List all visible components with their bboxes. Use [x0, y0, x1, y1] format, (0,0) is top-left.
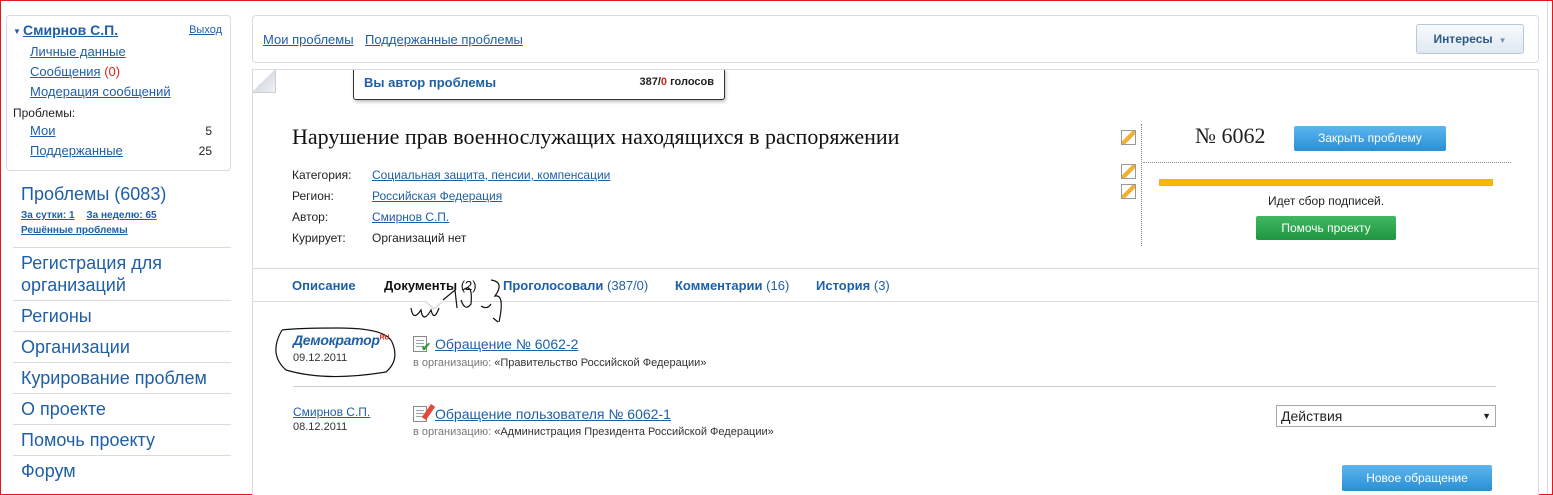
tab-count: (387/0) [607, 278, 649, 293]
personal-data-link[interactable]: Личные данные [30, 44, 126, 59]
document-separator [293, 386, 1496, 387]
chevron-down-icon: ▼ [1498, 36, 1507, 45]
votes-word: голосов [670, 76, 714, 88]
logo-mark: RU [379, 334, 390, 342]
signature-status: Идет сбор подписей. [1267, 194, 1385, 208]
tab-comments[interactable]: Комментарии (16) [675, 278, 789, 293]
nav-regions[interactable]: Регионы [13, 300, 231, 331]
category-label: Категория: [292, 168, 352, 182]
category-link[interactable]: Социальная защита, пенсии, компенсации [372, 165, 610, 186]
document-title-link[interactable]: Обращение пользователя № 6062-1 [435, 406, 671, 422]
votes-for: 387 [639, 76, 658, 88]
my-problems-link[interactable]: Мои [30, 123, 55, 138]
tab-label: История [816, 278, 871, 293]
window-right-edge [1547, 1, 1553, 494]
org-name: «Администрация Президента Российской Фед… [494, 426, 774, 438]
top-bar: Мои проблемы Поддержанные проблемы Интер… [252, 15, 1539, 63]
interests-button[interactable]: Интересы ▼ [1416, 24, 1524, 54]
region-link[interactable]: Российская Федерация [372, 186, 502, 207]
edit-region-pencil-icon[interactable] [1121, 184, 1136, 199]
select-arrow-icon: ▼ [1482, 411, 1491, 421]
actions-select[interactable]: Действия ▼ [1276, 405, 1496, 427]
document-edit-icon [413, 404, 436, 422]
author-notice-text: Вы автор проблемы [364, 75, 497, 90]
problems-sub-links: За сутки: 1 За неделю: 65 Решённые пробл… [21, 208, 166, 238]
votes-against: 0 [660, 76, 668, 88]
per-day-link[interactable]: За сутки: 1 [21, 210, 75, 221]
nav-curation[interactable]: Курирование проблем [13, 362, 231, 393]
left-nav: Регистрация для организаций Регионы Орга… [13, 247, 231, 486]
document-author-link[interactable]: Смирнов С.П. [293, 405, 370, 419]
signature-progress-bar [1159, 179, 1493, 186]
author-label: Автор: [292, 210, 329, 224]
nav-help-project[interactable]: Помочь проекту [13, 424, 231, 455]
votes-counter: 387/0 голосов [639, 76, 714, 88]
democrator-logo[interactable]: ДемократорRU [293, 332, 389, 348]
progress-fill [1159, 179, 1493, 186]
help-project-button[interactable]: Помочь проекту [1256, 216, 1396, 240]
tab-label: Описание [292, 278, 356, 293]
close-problem-button[interactable]: Закрыть проблему [1294, 126, 1446, 151]
region-label: Регион: [292, 189, 334, 203]
nav-org-registration[interactable]: Регистрация для организаций [13, 247, 231, 300]
user-header: ▼ Смирнов С.П. Выход [13, 22, 224, 42]
author-notice: Вы автор проблемы 387/0 голосов [353, 70, 725, 100]
tab-label: Комментарии [675, 278, 763, 293]
vertical-separator [1141, 124, 1142, 246]
user-box: ▼ Смирнов С.П. Выход Личные данные Сообщ… [6, 15, 231, 171]
document-organization: в организацию: «Правительство Российской… [413, 357, 706, 369]
nav-forum[interactable]: Форум [13, 455, 231, 486]
curator-label: Курирует: [292, 231, 346, 245]
my-problems-top-link[interactable]: Мои проблемы [263, 32, 354, 47]
messages-count: (0) [104, 64, 121, 79]
actions-select-value: Действия [1281, 408, 1343, 424]
document-approved-icon: ✔ [413, 336, 431, 354]
problems-label: Проблемы: [13, 106, 76, 120]
tab-voted[interactable]: Проголосовали (387/0) [503, 278, 648, 293]
curator-value: Организаций нет [372, 231, 467, 245]
user-links: Личные данные Сообщения (0) Модерация со… [30, 42, 224, 102]
document-date: 09.12.2011 [293, 352, 348, 364]
per-week-link[interactable]: За неделю: 65 [86, 210, 156, 221]
moderation-link[interactable]: Модерация сообщений [30, 84, 171, 99]
supported-problems-row: Поддержанные 25 [30, 141, 224, 161]
handwritten-scribble-mark [410, 279, 502, 323]
horizontal-separator [1143, 162, 1511, 163]
tab-count: (3) [873, 278, 890, 293]
supported-problems-link[interactable]: Поддержанные [30, 143, 123, 158]
my-problems-count: 5 [205, 124, 212, 138]
supported-problems-top-link[interactable]: Поддержанные проблемы [365, 32, 523, 47]
expand-triangle-icon[interactable]: ▼ [13, 27, 21, 36]
logo-text: Демократор [293, 332, 380, 348]
problem-number: № 6062 [1195, 123, 1266, 148]
org-prefix: в организацию: [413, 426, 492, 438]
interests-label: Интересы [1433, 32, 1493, 46]
page-fold-corner [253, 70, 276, 93]
messages-link[interactable]: Сообщения [30, 64, 101, 79]
nav-about[interactable]: О проекте [13, 393, 231, 424]
problem-panel: Вы автор проблемы 387/0 голосов Нарушени… [252, 69, 1539, 495]
org-name: «Правительство Российской Федерации» [494, 357, 707, 369]
nav-organizations[interactable]: Организации [13, 331, 231, 362]
document-organization: в организацию: «Администрация Президента… [413, 426, 774, 438]
edit-category-pencil-icon[interactable] [1121, 164, 1136, 179]
tab-description[interactable]: Описание [292, 278, 356, 293]
user-name-link[interactable]: Смирнов С.П. [23, 22, 118, 38]
document-date: 08.12.2011 [293, 421, 348, 433]
author-link[interactable]: Смирнов С.П. [372, 207, 449, 228]
my-problems-row: Мои 5 [30, 121, 224, 141]
org-prefix: в организацию: [413, 357, 492, 369]
document-title-link[interactable]: Обращение № 6062-2 [435, 336, 578, 352]
logout-link[interactable]: Выход [189, 24, 222, 36]
tab-history[interactable]: История (3) [816, 278, 890, 293]
edit-title-pencil-icon[interactable] [1121, 130, 1136, 145]
problem-title: Нарушение прав военнослужащих находящихс… [292, 124, 900, 149]
tab-count: (16) [766, 278, 790, 293]
new-request-button[interactable]: Новое обращение [1342, 465, 1492, 491]
supported-problems-count: 25 [198, 144, 212, 158]
problems-title[interactable]: Проблемы (6083) [21, 184, 166, 205]
solved-problems-link[interactable]: Решённые проблемы [21, 225, 128, 236]
